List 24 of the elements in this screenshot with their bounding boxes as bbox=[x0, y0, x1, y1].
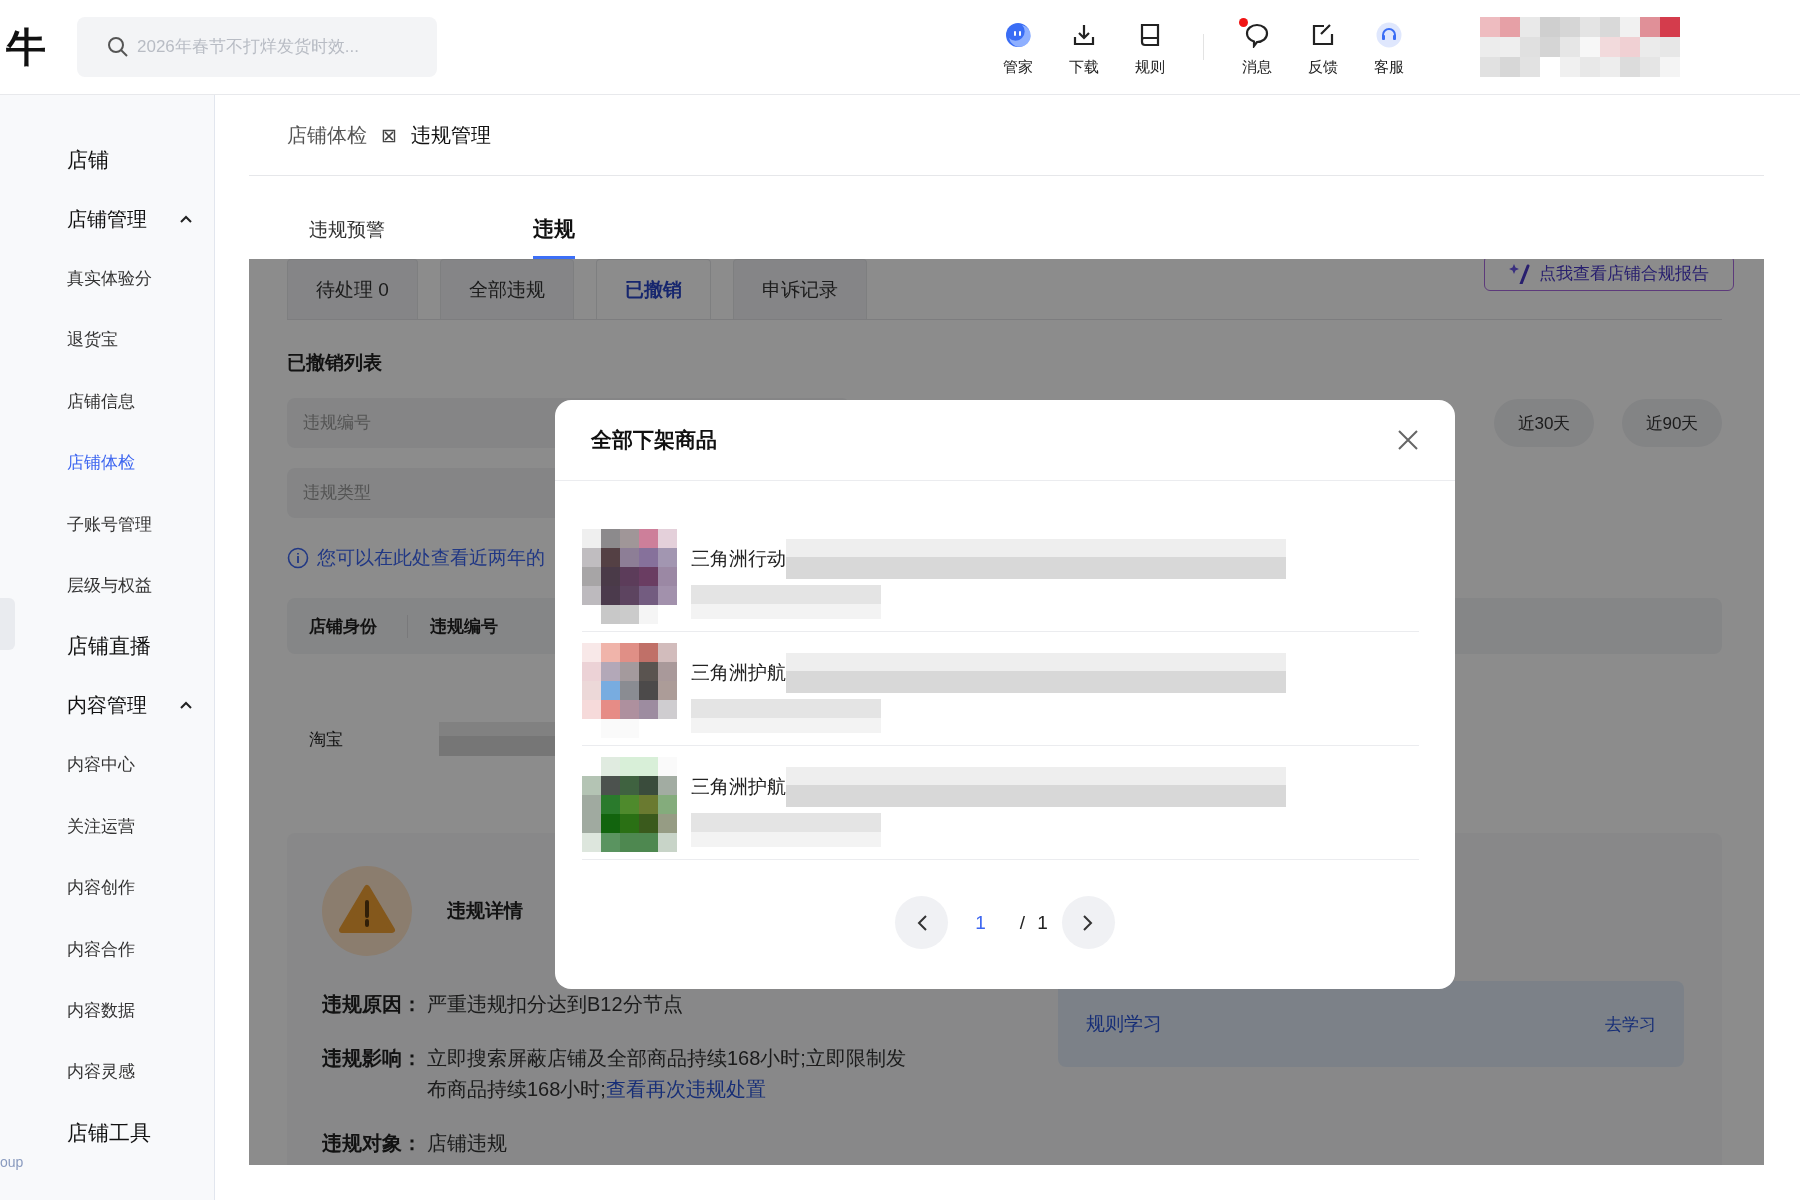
field-value: 立即搜索屏蔽店铺及全部商品持续168小时;立即限制发布商品持续168小时;查看再次违规处置 bbox=[427, 1046, 907, 1102]
field-label: 违规影响： bbox=[322, 1046, 423, 1071]
table-cell-text: 淘宝 bbox=[308, 728, 344, 751]
list-title: 已撤销列表 bbox=[287, 351, 383, 375]
page-total: 1 bbox=[1037, 911, 1048, 934]
field-value: 店铺违规 bbox=[427, 1131, 508, 1156]
field-value: 严重违规扣分达到B12分节点 bbox=[427, 992, 684, 1017]
card-title: 规则学习 bbox=[1086, 1012, 1162, 1036]
current-page: 1 bbox=[975, 911, 986, 934]
product-title: 三角洲护航 bbox=[691, 775, 786, 799]
column-header: 违规编号 bbox=[429, 615, 498, 638]
column-header: 店铺身份 bbox=[287, 614, 408, 638]
notice-text: 您可以在此处查看近两年的 bbox=[317, 546, 545, 570]
breadcrumb-separator: ⊠ bbox=[381, 123, 397, 147]
edge-text: oup bbox=[0, 1154, 24, 1170]
breadcrumb-current: 违规管理 bbox=[410, 122, 491, 148]
logo: 牛 bbox=[6, 23, 47, 71]
product-title: 三角洲行动 bbox=[691, 547, 786, 571]
field-label: 违规原因： bbox=[322, 992, 423, 1017]
field-label: 违规对象： bbox=[322, 1131, 423, 1156]
detail-title: 违规详情 bbox=[447, 899, 523, 923]
page-separator: / bbox=[1019, 911, 1026, 934]
dialog-title: 全部下架商品 bbox=[591, 427, 717, 453]
product-title: 三角洲护航 bbox=[691, 661, 786, 685]
